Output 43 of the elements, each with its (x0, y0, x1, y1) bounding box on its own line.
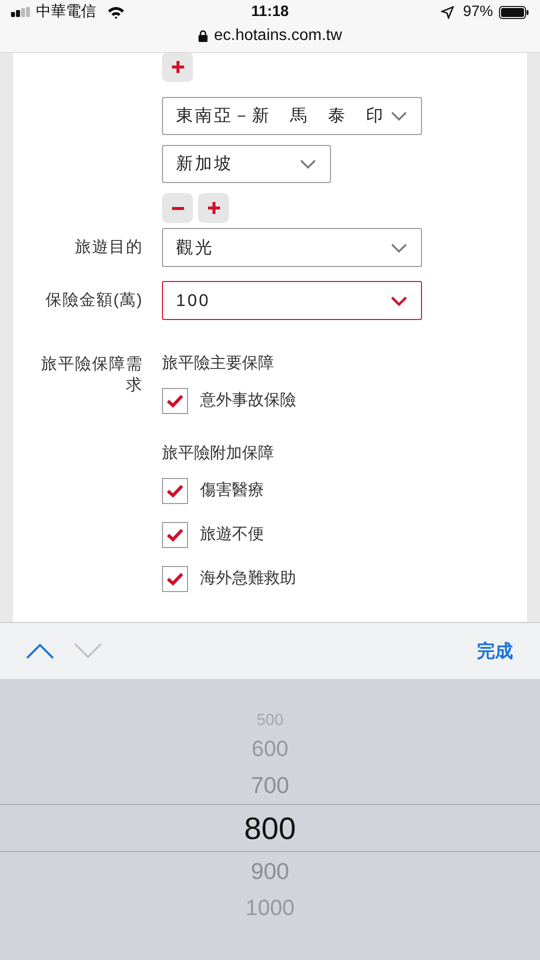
add-button[interactable] (198, 193, 229, 223)
battery-icon (499, 6, 530, 18)
checkmark-icon (166, 572, 184, 586)
section-heading: 旅平險主要保障 (162, 354, 275, 374)
checkbox[interactable] (162, 522, 188, 548)
checkbox-label: 旅遊不便 (200, 524, 264, 545)
dropdown-select[interactable]: 100 (162, 281, 422, 320)
signal-icon (11, 7, 31, 17)
clock-time: 11:18 (251, 2, 289, 22)
carrier-name: 中華電信 (36, 2, 96, 22)
checkbox[interactable] (162, 478, 188, 504)
checkbox[interactable] (162, 388, 188, 414)
field-label: 旅平險保障需求 (40, 354, 143, 396)
checkbox-label: 意外事故保險 (200, 390, 296, 411)
wifi-icon (107, 6, 125, 18)
checkmark-icon (166, 528, 184, 542)
checkmark-icon (166, 394, 184, 408)
chevron-down-icon (391, 242, 407, 252)
field-label: 保險金額(萬) (44, 290, 143, 310)
chevron-down-icon (300, 159, 316, 169)
add-button[interactable] (162, 53, 193, 82)
section-heading: 旅平險附加保障 (162, 444, 275, 464)
chevron-down-icon (391, 111, 407, 121)
dropdown-select[interactable]: 觀光 (162, 228, 422, 267)
checkmark-icon (166, 484, 184, 498)
lock-icon (198, 30, 208, 42)
url-text[interactable]: ec.hotains.com.tw (214, 24, 342, 48)
region-select[interactable]: 新加坡 (162, 145, 331, 183)
region-select[interactable]: 東南亞－新 馬 泰 印 (162, 97, 422, 135)
battery-percent: 97% (462, 2, 494, 22)
done-button[interactable]: 完成 (477, 638, 513, 664)
checkbox-label: 傷害醫療 (200, 480, 264, 501)
plus-icon (208, 202, 220, 214)
field-label: 旅遊目的 (74, 238, 143, 258)
remove-button[interactable] (162, 193, 193, 223)
chevron-up-icon[interactable] (26, 643, 54, 659)
picker-option[interactable]: 800 (244, 812, 296, 844)
checkbox-label: 海外急難救助 (200, 568, 296, 589)
plus-icon (172, 61, 184, 73)
minus-icon (172, 206, 184, 210)
chevron-down-icon (391, 296, 407, 306)
checkbox[interactable] (162, 566, 188, 592)
location-arrow-icon (440, 6, 454, 18)
